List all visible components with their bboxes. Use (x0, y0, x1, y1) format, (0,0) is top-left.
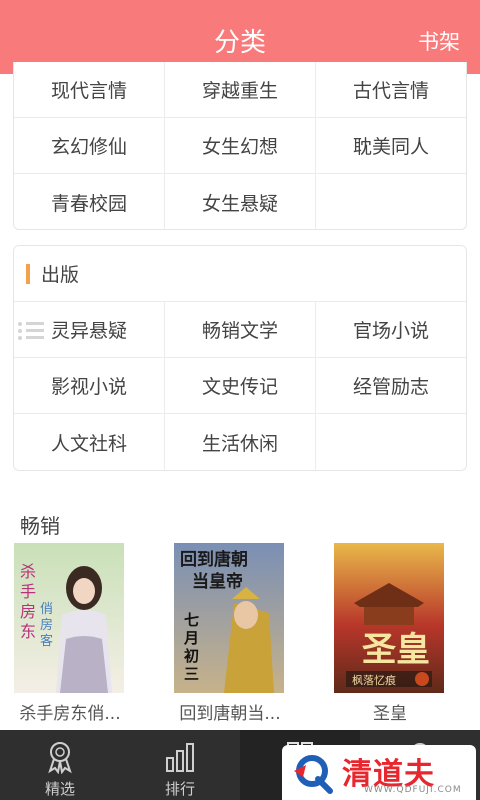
category-item[interactable]: 生活休闲 (165, 414, 316, 470)
cover-title-line2: 当皇帝 (192, 571, 243, 592)
tab-label: 排行 (164, 780, 195, 798)
category-row: 现代言情 穿越重生 古代言情 (14, 62, 466, 118)
cover-title: 圣皇 (362, 630, 430, 670)
book-item[interactable]: 圣皇 枫落忆痕 圣皇 (334, 543, 446, 724)
book-cover: 杀 手 房 东 俏 房 客 (14, 543, 124, 693)
book-item[interactable]: 杀 手 房 东 俏 房 客 杀手房东俏... (14, 543, 126, 724)
section-accent-bar (26, 264, 30, 284)
tab-label: 精选 (44, 780, 75, 798)
category-item[interactable]: 耽美同人 (316, 118, 466, 173)
cover-title-5: 俏 (40, 602, 53, 617)
cover-author: 枫落忆痕 (352, 673, 396, 687)
female-categories-card: 现代言情 穿越重生 古代言情 玄幻修仙 女生幻想 耽美同人 青春校园 女生悬疑 (13, 62, 467, 230)
category-item[interactable]: 玄幻修仙 (14, 118, 165, 173)
watermark-badge: 清道夫 WWW.QDFUJI.COM (282, 745, 476, 800)
cover-title-3: 房 (20, 602, 36, 621)
book-cover: 回到唐朝 当皇帝 七 月 初 三 (174, 543, 284, 693)
book-title: 杀手房东俏... (19, 704, 121, 724)
category-item[interactable]: 女生悬疑 (165, 174, 316, 229)
cover-title-line1: 回到唐朝 (180, 549, 248, 570)
watermark-logo-icon (294, 755, 333, 794)
cover-title-1: 杀 (20, 562, 36, 581)
category-row: 玄幻修仙 女生幻想 耽美同人 (14, 118, 466, 174)
tab-featured[interactable]: 精选 (0, 730, 120, 800)
tab-ranking[interactable]: 排行 (120, 730, 240, 800)
book-cover: 圣皇 枫落忆痕 (334, 543, 444, 693)
cover-author-2: 月 (183, 629, 199, 647)
category-item-empty (316, 414, 466, 470)
category-grid: 灵异悬疑 畅销文学 官场小说 影视小说 文史传记 经管励志 人文社科 生活休闲 (14, 301, 466, 470)
category-row: 灵异悬疑 畅销文学 官场小说 (14, 302, 466, 358)
bookshelf-button[interactable]: 书架 (418, 26, 460, 56)
category-item[interactable]: 经管励志 (316, 358, 466, 413)
book-title: 圣皇 (373, 704, 407, 724)
section-title: 出版 (41, 264, 80, 286)
cover-title-4: 东 (20, 622, 36, 641)
category-item[interactable]: 人文社科 (14, 414, 165, 470)
book-item[interactable]: 回到唐朝 当皇帝 七 月 初 三 回到唐朝当... (174, 543, 286, 724)
category-item[interactable]: 官场小说 (316, 302, 466, 357)
category-item[interactable]: 文史传记 (165, 358, 316, 413)
book-title: 回到唐朝当... (179, 704, 281, 724)
category-item[interactable]: 古代言情 (316, 62, 466, 117)
bestsellers-title: 畅销 (20, 514, 60, 538)
cover-title-2: 手 (20, 582, 36, 601)
watermark-url: WWW.QDFUJI.COM (364, 785, 462, 795)
category-row: 青春校园 女生悬疑 (14, 174, 466, 229)
category-row: 影视小说 文史传记 经管励志 (14, 358, 466, 414)
category-grid: 现代言情 穿越重生 古代言情 玄幻修仙 女生幻想 耽美同人 青春校园 女生悬疑 (14, 62, 466, 229)
category-item[interactable]: 现代言情 (14, 62, 165, 117)
category-row: 人文社科 生活休闲 (14, 414, 466, 470)
cover-author-1: 七 (184, 611, 199, 629)
category-item[interactable]: 女生幻想 (165, 118, 316, 173)
category-item[interactable]: 畅销文学 (165, 302, 316, 357)
list-menu-icon[interactable] (18, 320, 44, 342)
category-item[interactable]: 穿越重生 (165, 62, 316, 117)
medal-icon (48, 742, 72, 774)
section-header: 出版 (14, 246, 466, 301)
publishing-categories-card: 出版 灵异悬疑 畅销文学 官场小说 影视小说 文史传记 经管励志 人文社科 生活… (13, 245, 467, 471)
cover-title-6: 房 (40, 617, 53, 633)
cover-title-7: 客 (40, 633, 53, 649)
cover-author-4: 三 (184, 665, 199, 683)
cover-author-3: 初 (184, 647, 199, 665)
page-title: 分类 (213, 28, 266, 58)
category-item[interactable]: 影视小说 (14, 358, 165, 413)
category-item[interactable]: 青春校园 (14, 174, 165, 229)
category-item-empty (316, 174, 466, 229)
bar-chart-icon (166, 743, 194, 772)
